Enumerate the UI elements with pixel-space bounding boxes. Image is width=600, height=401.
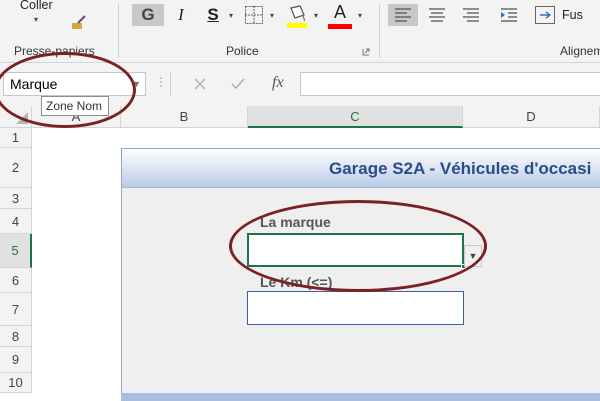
form-footer-band	[121, 393, 600, 401]
group-label-font: Police	[226, 44, 259, 58]
ribbon-separator	[379, 4, 380, 58]
formula-bar-buttons: fx	[170, 72, 298, 96]
formula-input[interactable]	[300, 72, 600, 96]
check-icon[interactable]	[230, 77, 246, 91]
paint-bucket-icon[interactable]	[286, 4, 308, 30]
wrap-text-icon[interactable]	[534, 5, 556, 25]
align-right-icon[interactable]	[456, 4, 486, 26]
km-input[interactable]	[247, 291, 464, 325]
row-header[interactable]: 7	[0, 293, 32, 326]
cancel-icon[interactable]	[193, 77, 207, 91]
annotation-ellipse-name-box	[0, 52, 136, 128]
column-header-c[interactable]: C	[248, 106, 463, 128]
group-label-alignment: Alignem	[560, 44, 600, 58]
form-header: Garage S2A - Véhicules d'occasi	[121, 148, 600, 188]
column-header-d[interactable]: D	[463, 106, 600, 128]
row-header-selected[interactable]: 5	[0, 234, 32, 268]
borders-dropdown-arrow[interactable]: ▾	[270, 11, 274, 20]
row-header[interactable]: 6	[0, 268, 32, 293]
italic-button[interactable]: I	[168, 4, 194, 26]
merge-button[interactable]: Fus	[562, 8, 583, 22]
align-left-icon[interactable]	[388, 4, 418, 26]
align-center-icon[interactable]	[422, 4, 452, 26]
font-color-dropdown-arrow[interactable]: ▾	[358, 11, 362, 20]
name-box-tooltip: Zone Nom	[41, 96, 109, 116]
annotation-ellipse-brand-field	[229, 200, 487, 292]
row-header[interactable]: 10	[0, 373, 32, 393]
bold-button[interactable]: G	[132, 4, 164, 26]
column-header-b[interactable]: B	[121, 106, 248, 128]
dialog-launcher-icon[interactable]	[362, 48, 370, 56]
row-header[interactable]: 3	[0, 188, 32, 209]
paste-button[interactable]: Coller	[20, 0, 53, 12]
font-color-button[interactable]: A	[328, 1, 352, 23]
paste-dropdown-arrow[interactable]: ▾	[34, 15, 38, 24]
formula-bar-resize-handle[interactable]: ⋮	[155, 75, 168, 89]
row-header[interactable]: 4	[0, 209, 32, 234]
paintbrush-icon[interactable]	[70, 14, 90, 32]
borders-icon[interactable]	[244, 5, 264, 25]
underline-button[interactable]: S	[200, 4, 226, 26]
font-color-bar	[328, 24, 352, 29]
row-header[interactable]: 2	[0, 148, 32, 188]
fill-color-dropdown-arrow[interactable]: ▾	[314, 11, 318, 20]
ribbon-separator	[118, 4, 119, 58]
insert-function-button[interactable]: fx	[272, 74, 284, 92]
row-header[interactable]: 8	[0, 326, 32, 347]
form-title: Garage S2A - Véhicules d'occasi	[329, 159, 592, 178]
row-header[interactable]: 9	[0, 347, 32, 373]
row-header[interactable]: 1	[0, 128, 32, 148]
indent-icon[interactable]	[494, 4, 524, 26]
underline-dropdown-arrow[interactable]: ▾	[229, 11, 233, 20]
